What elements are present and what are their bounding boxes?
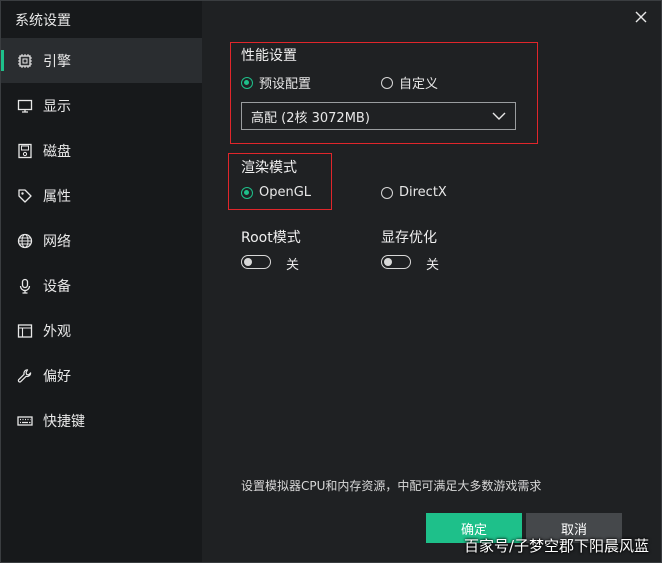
- globe-icon: [17, 233, 33, 249]
- sidebar: 系统设置 引擎 显示 磁盘 属性 网络 设备 外观 偏好 快捷键: [1, 1, 202, 562]
- preset-select-value: 高配 (2核 3072MB): [251, 110, 370, 126]
- wrench-icon: [17, 368, 33, 384]
- performance-title: 性能设置: [241, 48, 297, 64]
- radio-indicator: [381, 76, 393, 89]
- sidebar-item-label: 磁盘: [43, 143, 71, 160]
- microphone-icon: [17, 278, 33, 294]
- keyboard-icon: [17, 413, 33, 429]
- monitor-icon: [17, 98, 33, 114]
- vram-opt-toggle[interactable]: [381, 255, 411, 269]
- hint-text: 设置模拟器CPU和内存资源，中配可满足大多数游戏需求: [241, 479, 542, 493]
- custom-config-radio[interactable]: 自定义: [381, 73, 438, 92]
- opengl-label: OpenGL: [259, 185, 312, 200]
- preset-select[interactable]: 高配 (2核 3072MB): [241, 102, 516, 130]
- vram-opt-label: 显存优化: [381, 230, 437, 246]
- sidebar-item-appearance[interactable]: 外观: [1, 308, 202, 353]
- sidebar-item-preferences[interactable]: 偏好: [1, 353, 202, 398]
- preset-config-label: 预设配置: [259, 77, 312, 92]
- custom-config-label: 自定义: [399, 77, 439, 92]
- radio-indicator: [241, 76, 253, 89]
- sidebar-item-label: 快捷键: [43, 413, 85, 430]
- toggle-knob: [244, 257, 252, 266]
- directx-radio[interactable]: DirectX: [381, 185, 447, 200]
- tag-icon: [17, 188, 33, 204]
- directx-label: DirectX: [399, 185, 447, 200]
- render-title: 渲染模式: [241, 160, 297, 176]
- radio-indicator: [381, 186, 393, 199]
- sidebar-item-network[interactable]: 网络: [1, 218, 202, 263]
- chip-icon: [17, 53, 33, 69]
- sidebar-item-label: 外观: [43, 323, 71, 340]
- disk-icon: [17, 143, 33, 159]
- sidebar-item-display[interactable]: 显示: [1, 83, 202, 128]
- window-title: 系统设置: [15, 13, 71, 29]
- sidebar-item-label: 属性: [43, 188, 71, 205]
- engine-settings-panel: 性能设置 预设配置 自定义 高配 (2核 3072MB) 渲染模式 OpenGL…: [202, 1, 661, 562]
- sidebar-item-label: 偏好: [43, 368, 71, 385]
- sidebar-item-shortcuts[interactable]: 快捷键: [1, 398, 202, 443]
- vram-opt-state: 关: [426, 258, 440, 273]
- sidebar-item-label: 网络: [43, 233, 71, 250]
- sidebar-item-label: 显示: [43, 98, 71, 115]
- opengl-radio[interactable]: OpenGL: [241, 185, 311, 200]
- toggle-knob: [384, 257, 392, 266]
- sidebar-item-engine[interactable]: 引擎: [1, 38, 202, 83]
- sidebar-item-label: 设备: [43, 278, 71, 295]
- sidebar-item-disk[interactable]: 磁盘: [1, 128, 202, 173]
- chevron-down-icon: [492, 112, 506, 120]
- root-mode-toggle[interactable]: [241, 255, 271, 269]
- preset-config-radio[interactable]: 预设配置: [241, 73, 311, 92]
- sidebar-nav: 引擎 显示 磁盘 属性 网络 设备 外观 偏好 快捷键: [1, 38, 202, 443]
- sidebar-item-devices[interactable]: 设备: [1, 263, 202, 308]
- settings-window: 系统设置 引擎 显示 磁盘 属性 网络 设备 外观 偏好 快捷键 性能设置 预设…: [0, 0, 662, 563]
- root-mode-label: Root模式: [241, 230, 301, 246]
- sidebar-item-properties[interactable]: 属性: [1, 173, 202, 218]
- window-icon: [17, 323, 33, 339]
- root-mode-state: 关: [286, 258, 300, 273]
- watermark: 百家号/子梦空郡下阳晨风蓝: [463, 537, 649, 555]
- sidebar-item-label: 引擎: [43, 53, 71, 70]
- radio-indicator: [241, 186, 253, 199]
